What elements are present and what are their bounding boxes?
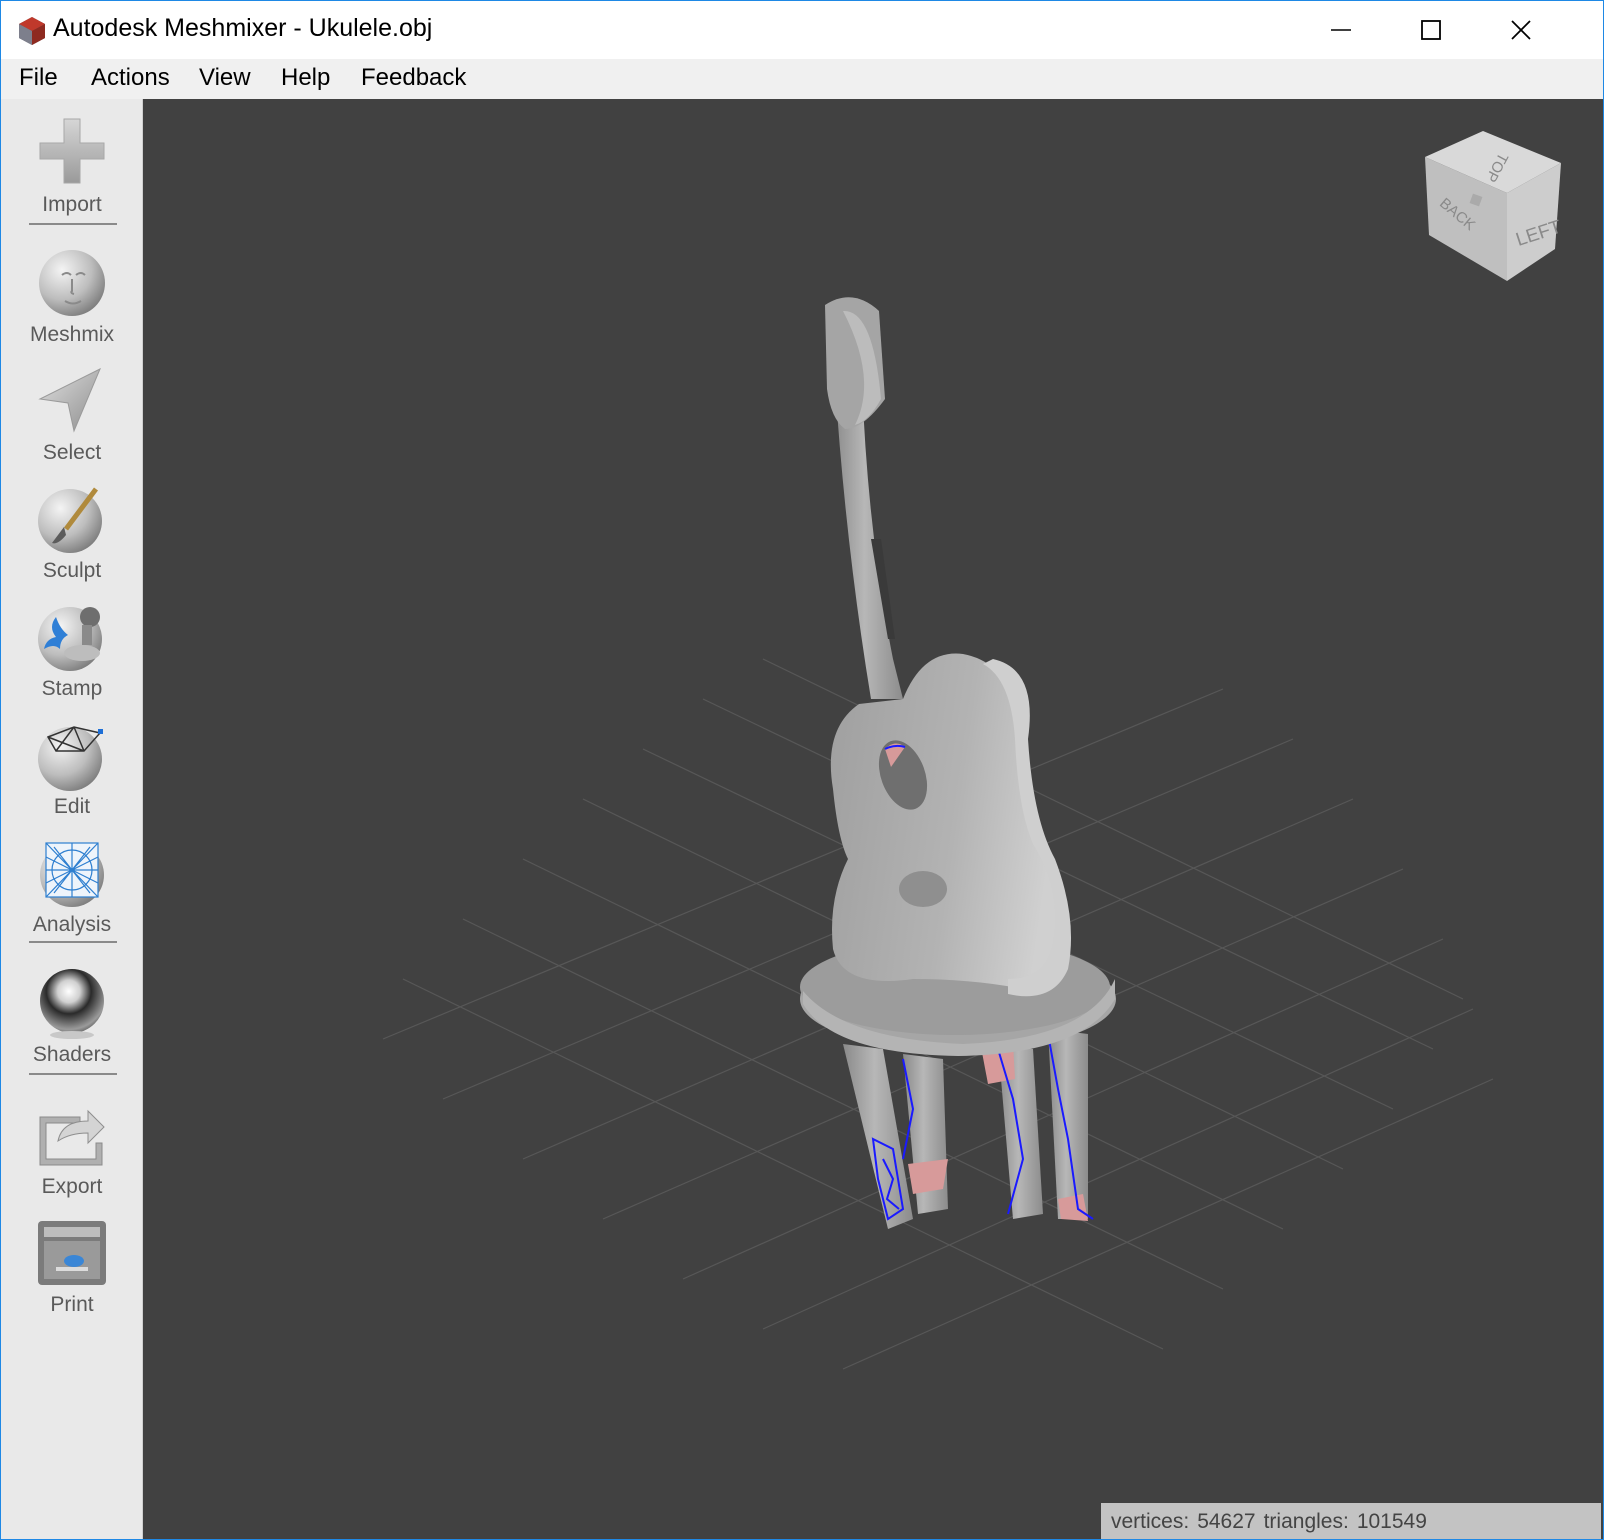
meshmixer-logo-icon <box>19 17 45 45</box>
stamp-sphere-icon <box>38 607 102 671</box>
maximize-button[interactable] <box>1385 1 1477 59</box>
tool-shaders[interactable]: Shaders <box>1 965 143 1075</box>
tool-edit[interactable]: Edit <box>1 717 143 827</box>
maximize-icon <box>1421 20 1441 40</box>
tool-meshmix[interactable]: Meshmix <box>1 245 143 355</box>
menu-feedback[interactable]: Feedback <box>359 64 468 92</box>
tool-label: Stamp <box>41 677 103 700</box>
import-plus-icon <box>39 118 105 184</box>
shaders-chrome-sphere-icon <box>40 969 104 1039</box>
menu-bar: File Actions View Help Feedback <box>1 59 1603 100</box>
tool-label: Analysis <box>32 913 112 936</box>
tool-label: Edit <box>53 795 91 818</box>
tool-label: Shaders <box>32 1043 112 1066</box>
view-cube[interactable]: TOP BACK LEFT <box>1423 129 1583 289</box>
tool-label: Meshmix <box>29 323 114 346</box>
tool-label: Import <box>42 193 102 216</box>
tool-stamp[interactable]: Stamp <box>1 599 143 709</box>
tool-print[interactable]: Print <box>1 1215 143 1325</box>
window-title: Autodesk Meshmixer - Ukulele.obj <box>53 14 433 42</box>
guitar-model <box>825 297 1072 997</box>
title-bar[interactable]: Autodesk Meshmixer - Ukulele.obj <box>1 1 1603 59</box>
app-window: Autodesk Meshmixer - Ukulele.obj File Ac… <box>0 0 1604 1540</box>
close-button[interactable] <box>1475 1 1567 59</box>
close-icon <box>1511 20 1531 40</box>
tool-label: Sculpt <box>42 559 102 582</box>
triangles-label: triangles: <box>1263 1510 1349 1533</box>
minimize-button[interactable] <box>1295 1 1387 59</box>
vertices-count: 54627 <box>1197 1510 1256 1533</box>
meshmix-face-sphere-icon <box>39 250 105 316</box>
view-cube-graphic: TOP BACK LEFT <box>1425 131 1564 281</box>
tool-select[interactable]: Select <box>1 363 143 473</box>
sculpt-brush-sphere-icon <box>38 487 102 553</box>
vertices-label: vertices: <box>1111 1510 1190 1533</box>
menu-help[interactable]: Help <box>279 64 332 92</box>
tool-export[interactable]: Export <box>1 1097 143 1207</box>
tool-analysis[interactable]: Analysis <box>1 835 143 945</box>
tool-label: Print <box>50 1293 94 1316</box>
analysis-wireframe-sphere-icon <box>40 842 104 907</box>
scene-canvas <box>382 297 1494 1370</box>
toolbar-divider <box>29 941 117 943</box>
select-arrow-icon <box>38 367 101 433</box>
3d-viewport[interactable]: TOP BACK LEFT vertices: 54627 triangles:… <box>143 99 1603 1539</box>
triangles-count: 101549 <box>1356 1510 1427 1533</box>
tool-import[interactable]: Import <box>1 115 143 225</box>
tool-label: Select <box>42 441 102 464</box>
mesh-stats-bar: vertices: 54627 triangles: 101549 <box>1101 1503 1601 1539</box>
tool-sidebar: Import Meshmix Select Sculpt Stamp Edit … <box>1 99 143 1539</box>
toolbar-divider <box>29 1073 117 1075</box>
tool-label: Export <box>41 1175 103 1198</box>
menu-file[interactable]: File <box>17 64 60 92</box>
minimize-icon <box>1331 29 1351 31</box>
menu-view[interactable]: View <box>197 64 253 92</box>
menu-actions[interactable]: Actions <box>89 64 172 92</box>
export-arrow-icon <box>39 1109 105 1166</box>
edit-mesh-sphere-icon <box>38 726 103 791</box>
print-printer-icon <box>38 1221 106 1285</box>
toolbar-divider <box>29 223 117 225</box>
tool-sculpt[interactable]: Sculpt <box>1 481 143 591</box>
